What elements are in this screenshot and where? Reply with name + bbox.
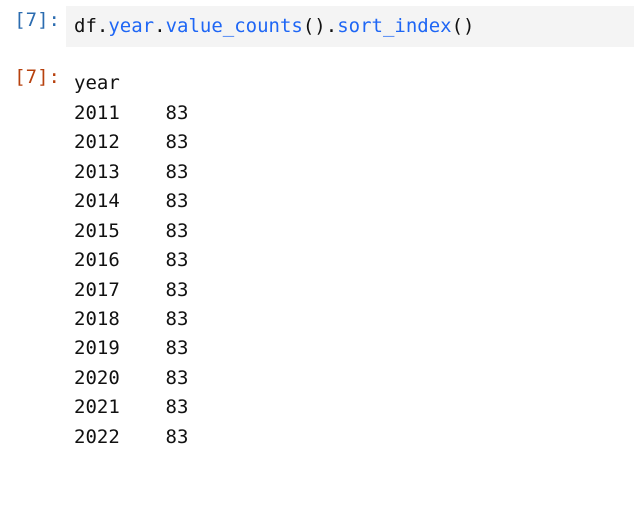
output-row: 2018 83 — [74, 305, 624, 334]
output-row: 2015 83 — [74, 217, 624, 246]
output-row: 2020 83 — [74, 364, 624, 393]
output-row: 2017 83 — [74, 276, 624, 305]
output-row: 2011 83 — [74, 99, 624, 128]
output-prompt: [7]: — [0, 63, 66, 92]
input-prompt: [7]: — [0, 6, 66, 35]
output-row: 2019 83 — [74, 334, 624, 363]
output-row: 2013 83 — [74, 158, 624, 187]
input-prompt-label: [7]: — [14, 9, 60, 31]
output-cell: [7]: year 2011 832012 832013 832014 8320… — [0, 49, 634, 460]
output-text-area: year 2011 832012 832013 832014 832015 83… — [66, 63, 634, 458]
output-prompt-label: [7]: — [14, 66, 60, 88]
code-token: df — [74, 15, 97, 37]
code-token: . — [326, 15, 337, 37]
code-token: . — [97, 15, 108, 37]
output-row: 2016 83 — [74, 246, 624, 275]
output-row: 2014 83 — [74, 187, 624, 216]
output-title: year — [74, 69, 624, 98]
code-token: value_counts — [166, 15, 303, 37]
code-input-area[interactable]: df.year.value_counts().sort_index() — [66, 6, 634, 47]
code-token: sort_index — [337, 15, 451, 37]
output-row: 2021 83 — [74, 393, 624, 422]
code-token: year — [108, 15, 154, 37]
output-row: 2012 83 — [74, 128, 624, 157]
code-line: df.year.value_counts().sort_index() — [74, 15, 474, 37]
code-token: () — [452, 15, 475, 37]
output-row: 2022 83 — [74, 423, 624, 452]
code-cell: [7]: df.year.value_counts().sort_index() — [0, 0, 634, 49]
code-token: . — [154, 15, 165, 37]
code-token: () — [303, 15, 326, 37]
